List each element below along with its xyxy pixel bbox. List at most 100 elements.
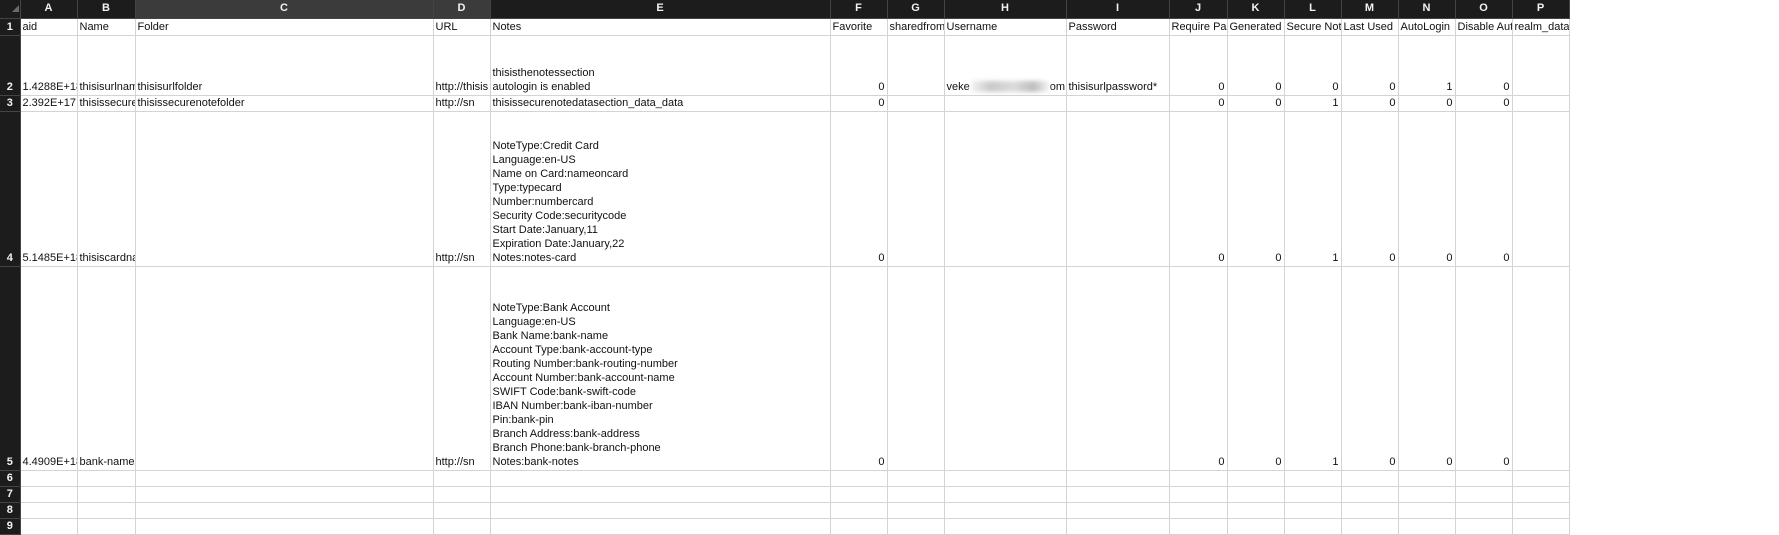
row-header-9[interactable]: 9 [0,518,21,535]
cell-a9[interactable] [20,518,78,535]
cell-l2[interactable]: 0 [1284,35,1342,96]
cell-k1[interactable]: Generated P [1227,18,1285,36]
cell-n9[interactable] [1398,518,1456,535]
cell-d8[interactable] [433,502,491,519]
cell-n6[interactable] [1398,470,1456,487]
cell-h8[interactable] [944,502,1067,519]
cell-m5[interactable]: 0 [1341,266,1399,471]
column-header-c[interactable]: C [135,0,434,19]
cell-i8[interactable] [1066,502,1170,519]
cell-h2[interactable]: veke om [944,35,1067,96]
cell-b8[interactable] [77,502,136,519]
cell-p6[interactable] [1512,470,1570,487]
cell-b1[interactable]: Name [77,18,136,36]
cell-a3[interactable]: 2.392E+17 [20,95,78,112]
cell-g4[interactable] [887,111,945,267]
cell-b7[interactable] [77,486,136,503]
row-header-4[interactable]: 4 [0,111,21,267]
cell-f6[interactable] [830,470,888,487]
cell-a6[interactable] [20,470,78,487]
column-header-d[interactable]: D [433,0,491,19]
cell-h4[interactable] [944,111,1067,267]
cell-j6[interactable] [1169,470,1228,487]
column-header-n[interactable]: N [1398,0,1456,19]
cell-p1[interactable]: realm_data [1512,18,1570,36]
cell-i2[interactable]: thisisurlpassword* [1066,35,1170,96]
cell-b4[interactable]: thisiscardname [77,111,136,267]
cell-n3[interactable]: 0 [1398,95,1456,112]
cell-i3[interactable] [1066,95,1170,112]
row-header-7[interactable]: 7 [0,486,21,503]
cell-i5[interactable] [1066,266,1170,471]
cell-e2[interactable]: thisisthenotessection autologin is enabl… [490,35,831,96]
column-header-f[interactable]: F [830,0,888,19]
cell-o3[interactable]: 0 [1455,95,1513,112]
cell-b3[interactable]: thisissecurer [77,95,136,112]
cell-d6[interactable] [433,470,491,487]
cell-c2[interactable]: thisisurlfolder [135,35,434,96]
cell-k4[interactable]: 0 [1227,111,1285,267]
cell-e4[interactable]: NoteType:Credit Card Language:en-US Name… [490,111,831,267]
cell-m1[interactable]: Last Used [1341,18,1399,36]
cell-n5[interactable]: 0 [1398,266,1456,471]
column-header-i[interactable]: I [1066,0,1170,19]
cell-o1[interactable]: Disable Auto [1455,18,1513,36]
column-header-b[interactable]: B [77,0,136,19]
cell-g8[interactable] [887,502,945,519]
cell-n7[interactable] [1398,486,1456,503]
cell-d2[interactable]: http://thisis [433,35,491,96]
cell-j9[interactable] [1169,518,1228,535]
cell-i7[interactable] [1066,486,1170,503]
cell-f5[interactable]: 0 [830,266,888,471]
cell-p4[interactable] [1512,111,1570,267]
cell-m6[interactable] [1341,470,1399,487]
row-header-1[interactable]: 1 [0,18,21,36]
cell-e1[interactable]: Notes [490,18,831,36]
cell-l9[interactable] [1284,518,1342,535]
cell-o2[interactable]: 0 [1455,35,1513,96]
cell-c4[interactable] [135,111,434,267]
cell-o7[interactable] [1455,486,1513,503]
column-header-l[interactable]: L [1284,0,1342,19]
spreadsheet[interactable]: A B C D E F G H I J K L M N O P 1 aid Name Folder URL Notes Fa… [0,0,1779,535]
cell-l6[interactable] [1284,470,1342,487]
cell-g9[interactable] [887,518,945,535]
select-all-corner[interactable] [0,0,21,19]
cell-g6[interactable] [887,470,945,487]
cell-p5[interactable] [1512,266,1570,471]
cell-j3[interactable]: 0 [1169,95,1228,112]
cell-l1[interactable]: Secure Notes [1284,18,1342,36]
cell-j8[interactable] [1169,502,1228,519]
cell-b2[interactable]: thisisurlnam [77,35,136,96]
cell-m2[interactable]: 0 [1341,35,1399,96]
cell-o5[interactable]: 0 [1455,266,1513,471]
cell-n4[interactable]: 0 [1398,111,1456,267]
cell-k3[interactable]: 0 [1227,95,1285,112]
cell-g3[interactable] [887,95,945,112]
row-header-8[interactable]: 8 [0,502,21,519]
cell-d4[interactable]: http://sn [433,111,491,267]
cell-o8[interactable] [1455,502,1513,519]
cell-m8[interactable] [1341,502,1399,519]
cell-b5[interactable]: bank-namename [77,266,136,471]
cell-e7[interactable] [490,486,831,503]
cell-j2[interactable]: 0 [1169,35,1228,96]
cell-c1[interactable]: Folder [135,18,434,36]
cell-h1[interactable]: Username [944,18,1067,36]
cell-a2[interactable]: 1.4288E+18 [20,35,78,96]
cell-f2[interactable]: 0 [830,35,888,96]
cell-l3[interactable]: 1 [1284,95,1342,112]
cell-a1[interactable]: aid [20,18,78,36]
cell-p9[interactable] [1512,518,1570,535]
cell-k8[interactable] [1227,502,1285,519]
row-header-3[interactable]: 3 [0,95,21,112]
column-header-e[interactable]: E [490,0,831,19]
cell-f1[interactable]: Favorite [830,18,888,36]
cell-p2[interactable] [1512,35,1570,96]
cell-m3[interactable]: 0 [1341,95,1399,112]
cell-j4[interactable]: 0 [1169,111,1228,267]
cell-g1[interactable]: sharedfroma [887,18,945,36]
column-header-a[interactable]: A [20,0,78,19]
cell-f9[interactable] [830,518,888,535]
cell-o9[interactable] [1455,518,1513,535]
